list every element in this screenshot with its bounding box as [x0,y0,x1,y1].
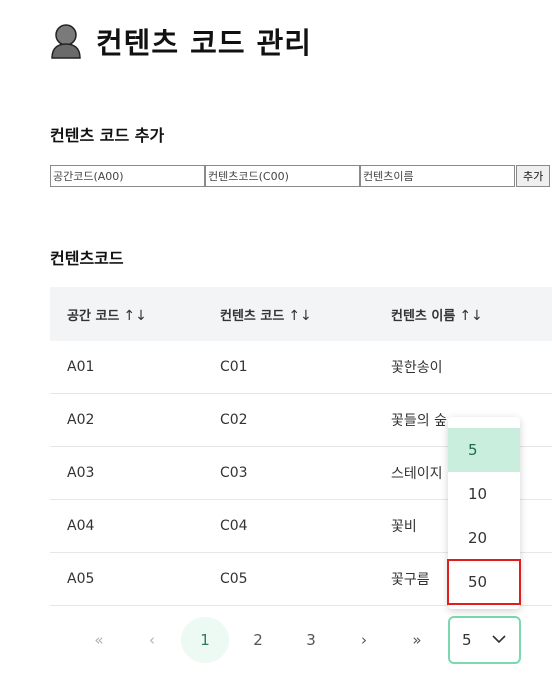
column-header-content-code[interactable]: 컨텐츠 코드 ↑↓ [203,305,374,324]
space-code-cell: A01 [67,359,95,375]
add-content-form: 추가 [50,165,551,187]
pagination: « ‹ 1 2 3 › » [75,617,446,663]
sort-icon[interactable]: ↑↓ [459,308,482,324]
space-code-input[interactable] [50,165,205,187]
page-size-value: 5 [462,631,472,649]
chevron-down-icon [492,635,506,644]
page-size-option[interactable]: 5 [448,428,520,472]
content-name-cell: 꽃한송이 [391,360,443,376]
sort-icon[interactable]: ↑↓ [288,308,311,324]
page-size-option[interactable]: 20 [448,516,520,560]
space-code-cell: A04 [67,518,95,534]
page-size-option[interactable]: 10 [448,472,520,516]
content-code-cell: C03 [220,465,248,481]
page-size-select[interactable]: 5 [448,616,521,664]
add-button[interactable]: 추가 [516,165,551,187]
space-code-cell: A02 [67,412,95,428]
table-row[interactable]: A01 C01 꽃한송이 [50,341,552,394]
add-section-title: 컨텐츠 코드 추가 [50,126,165,145]
sort-icon[interactable]: ↑↓ [123,308,146,324]
content-code-input[interactable] [205,165,360,187]
table-header: 공간 코드 ↑↓ 컨텐츠 코드 ↑↓ 컨텐츠 이름 ↑↓ [50,287,552,341]
last-page-button[interactable]: » [393,617,441,663]
prev-page-button[interactable]: ‹ [128,617,176,663]
page-button-3[interactable]: 3 [287,617,335,663]
space-code-cell: A05 [67,571,95,587]
column-header-content-name[interactable]: 컨텐츠 이름 ↑↓ [374,305,552,324]
content-code-cell: C01 [220,359,248,375]
page-button-1[interactable]: 1 [181,617,229,663]
page-button-2[interactable]: 2 [234,617,282,663]
first-page-button[interactable]: « [75,617,123,663]
content-code-cell: C04 [220,518,248,534]
page-size-option-highlighted[interactable]: 50 [447,559,521,605]
page-size-options: 5 10 20 50 [447,417,521,609]
content-code-cell: C05 [220,571,248,587]
page-title: 컨텐츠 코드 관리 [96,26,312,60]
content-code-cell: C02 [220,412,248,428]
list-section-title: 컨텐츠코드 [50,249,124,268]
column-header-space-code[interactable]: 공간 코드 ↑↓ [50,305,203,324]
content-name-input[interactable] [360,165,515,187]
page-header: 컨텐츠 코드 관리 [48,20,312,62]
space-code-cell: A03 [67,465,95,481]
person-avatar-icon [48,22,84,60]
next-page-button[interactable]: › [340,617,388,663]
